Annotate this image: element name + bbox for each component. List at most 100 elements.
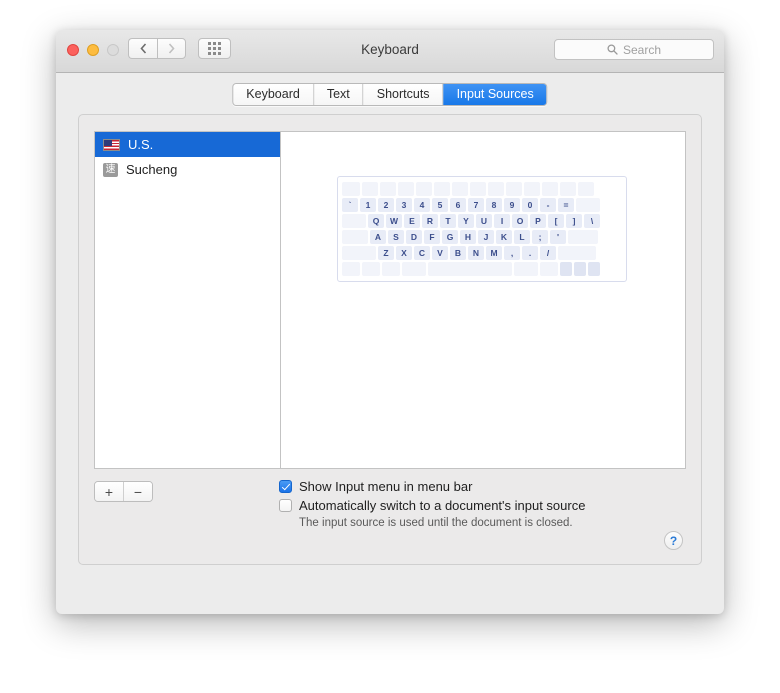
keyboard-key: W — [386, 214, 402, 228]
keyboard-key-blank — [558, 246, 596, 260]
keyboard-key-blank — [514, 262, 538, 276]
window-titlebar: Keyboard Search — [56, 30, 724, 73]
keyboard-key-blank — [568, 230, 598, 244]
keyboard-key-blank — [416, 182, 432, 196]
keyboard-row: Z X C V B N M,. / — [342, 246, 622, 260]
tab-keyboard[interactable]: Keyboard — [233, 84, 314, 105]
option-label: Show Input menu in menu bar — [299, 479, 473, 494]
keyboard-key-blank — [402, 262, 426, 276]
keyboard-key: 0 — [522, 198, 538, 212]
keyboard-key: E — [404, 214, 420, 228]
keyboard-row: A S D F G H J K L; ' — [342, 230, 622, 244]
keyboard-key: R — [422, 214, 438, 228]
keyboard-preferences-window: Keyboard Search Keyboard Text Shortcuts … — [56, 30, 724, 614]
keyboard-key-blank — [542, 182, 558, 196]
keyboard-key: 7 — [468, 198, 484, 212]
keyboard-key-blank — [342, 262, 360, 276]
keyboard-key: K — [496, 230, 512, 244]
keyboard-row — [342, 182, 622, 196]
keyboard-key: B — [450, 246, 466, 260]
keyboard-key: [ — [548, 214, 564, 228]
keyboard-key-blank — [574, 262, 586, 276]
keyboard-key: X — [396, 246, 412, 260]
help-button[interactable]: ? — [664, 531, 683, 550]
list-item-label: U.S. — [128, 137, 154, 152]
keyboard-key: U — [476, 214, 492, 228]
keyboard-row: ` 1 2 3 4 5 6 7 8 9 0- = — [342, 198, 622, 212]
keyboard-key: A — [370, 230, 386, 244]
search-placeholder: Search — [622, 42, 662, 57]
keyboard-key: N — [468, 246, 484, 260]
keyboard-key-blank — [342, 246, 376, 260]
list-item-us[interactable]: U.S. — [95, 132, 280, 157]
input-sources-list[interactable]: U.S. 速 Sucheng — [95, 132, 281, 468]
keyboard-key: ` — [342, 198, 358, 212]
add-source-button[interactable]: + — [95, 482, 124, 501]
keyboard-key: V — [432, 246, 448, 260]
sucheng-ime-icon: 速 — [103, 162, 118, 177]
show-input-menu-checkbox[interactable] — [279, 480, 292, 493]
add-remove-source-buttons: + − — [94, 481, 153, 502]
keyboard-key: Y — [458, 214, 474, 228]
keyboard-key: 4 — [414, 198, 430, 212]
keyboard-key-blank — [576, 198, 600, 212]
keyboard-key-blank — [588, 262, 600, 276]
option-auto-switch[interactable]: Automatically switch to a document's inp… — [279, 498, 679, 513]
keyboard-key-blank — [398, 182, 414, 196]
us-flag-icon — [103, 138, 120, 151]
auto-switch-checkbox[interactable] — [279, 499, 292, 512]
keyboard-key: 9 — [504, 198, 520, 212]
keyboard-key: O — [512, 214, 528, 228]
keyboard-key: . — [522, 246, 538, 260]
keyboard-key-blank — [362, 182, 378, 196]
search-input[interactable]: Search — [554, 39, 714, 60]
keyboard-key: , — [504, 246, 520, 260]
keyboard-row — [342, 262, 622, 276]
keyboard-key-blank — [470, 182, 486, 196]
keyboard-key: G — [442, 230, 458, 244]
keyboard-key: Q — [368, 214, 384, 228]
keyboard-key-blank — [434, 182, 450, 196]
keyboard-key: 6 — [450, 198, 466, 212]
tab-shortcuts[interactable]: Shortcuts — [363, 84, 444, 105]
tabbar-area: Keyboard Text Shortcuts Input Sources — [56, 73, 724, 115]
keyboard-key: H — [460, 230, 476, 244]
keyboard-key-blank — [560, 182, 576, 196]
keyboard-key: 5 — [432, 198, 448, 212]
keyboard-key-blank — [524, 182, 540, 196]
keyboard-key-blank — [506, 182, 522, 196]
auto-switch-hint: The input source is used until the docum… — [299, 517, 573, 529]
tab-input-sources[interactable]: Input Sources — [443, 84, 547, 105]
keyboard-key: J — [478, 230, 494, 244]
keyboard-key: = — [558, 198, 574, 212]
keyboard-key: L — [514, 230, 530, 244]
list-item-sucheng[interactable]: 速 Sucheng — [95, 157, 280, 182]
keyboard-key-blank — [342, 230, 368, 244]
input-sources-splitview: U.S. 速 Sucheng ` 1 2 3 4 5 6 7 8 9 0- = Q W E R T Y U I O P[]… — [94, 131, 686, 469]
keyboard-key-blank — [578, 182, 594, 196]
keyboard-key-blank — [380, 182, 396, 196]
input-sources-panel: U.S. 速 Sucheng ` 1 2 3 4 5 6 7 8 9 0- = Q W E R T Y U I O P[]… — [78, 114, 702, 565]
keyboard-key-blank — [488, 182, 504, 196]
tab-text[interactable]: Text — [313, 84, 364, 105]
keyboard-key: / — [540, 246, 556, 260]
keyboard-key: P — [530, 214, 546, 228]
keyboard-key: C — [414, 246, 430, 260]
option-show-input-menu[interactable]: Show Input menu in menu bar — [279, 479, 679, 494]
keyboard-key: ' — [550, 230, 566, 244]
screen: Keyboard Search Keyboard Text Shortcuts … — [0, 0, 780, 693]
keyboard-layout-preview: ` 1 2 3 4 5 6 7 8 9 0- = Q W E R T Y U I O P[] \ A S D F G H J K L; ' Z X C… — [281, 132, 685, 468]
keyboard-key: Z — [378, 246, 394, 260]
keyboard-key: T — [440, 214, 456, 228]
keyboard-key: ] — [566, 214, 582, 228]
keyboard-key-blank — [382, 262, 400, 276]
remove-source-button[interactable]: − — [124, 482, 152, 501]
keyboard-key: 1 — [360, 198, 376, 212]
list-item-label: Sucheng — [126, 162, 178, 177]
keyboard-key: F — [424, 230, 440, 244]
keyboard-key: D — [406, 230, 422, 244]
keyboard-layout-diagram: ` 1 2 3 4 5 6 7 8 9 0- = Q W E R T Y U I O P[] \ A S D F G H J K L; ' Z X C… — [337, 176, 627, 282]
input-source-options: Show Input menu in menu bar Automaticall… — [279, 479, 679, 529]
keyboard-key: ; — [532, 230, 548, 244]
keyboard-key-blank — [428, 262, 512, 276]
